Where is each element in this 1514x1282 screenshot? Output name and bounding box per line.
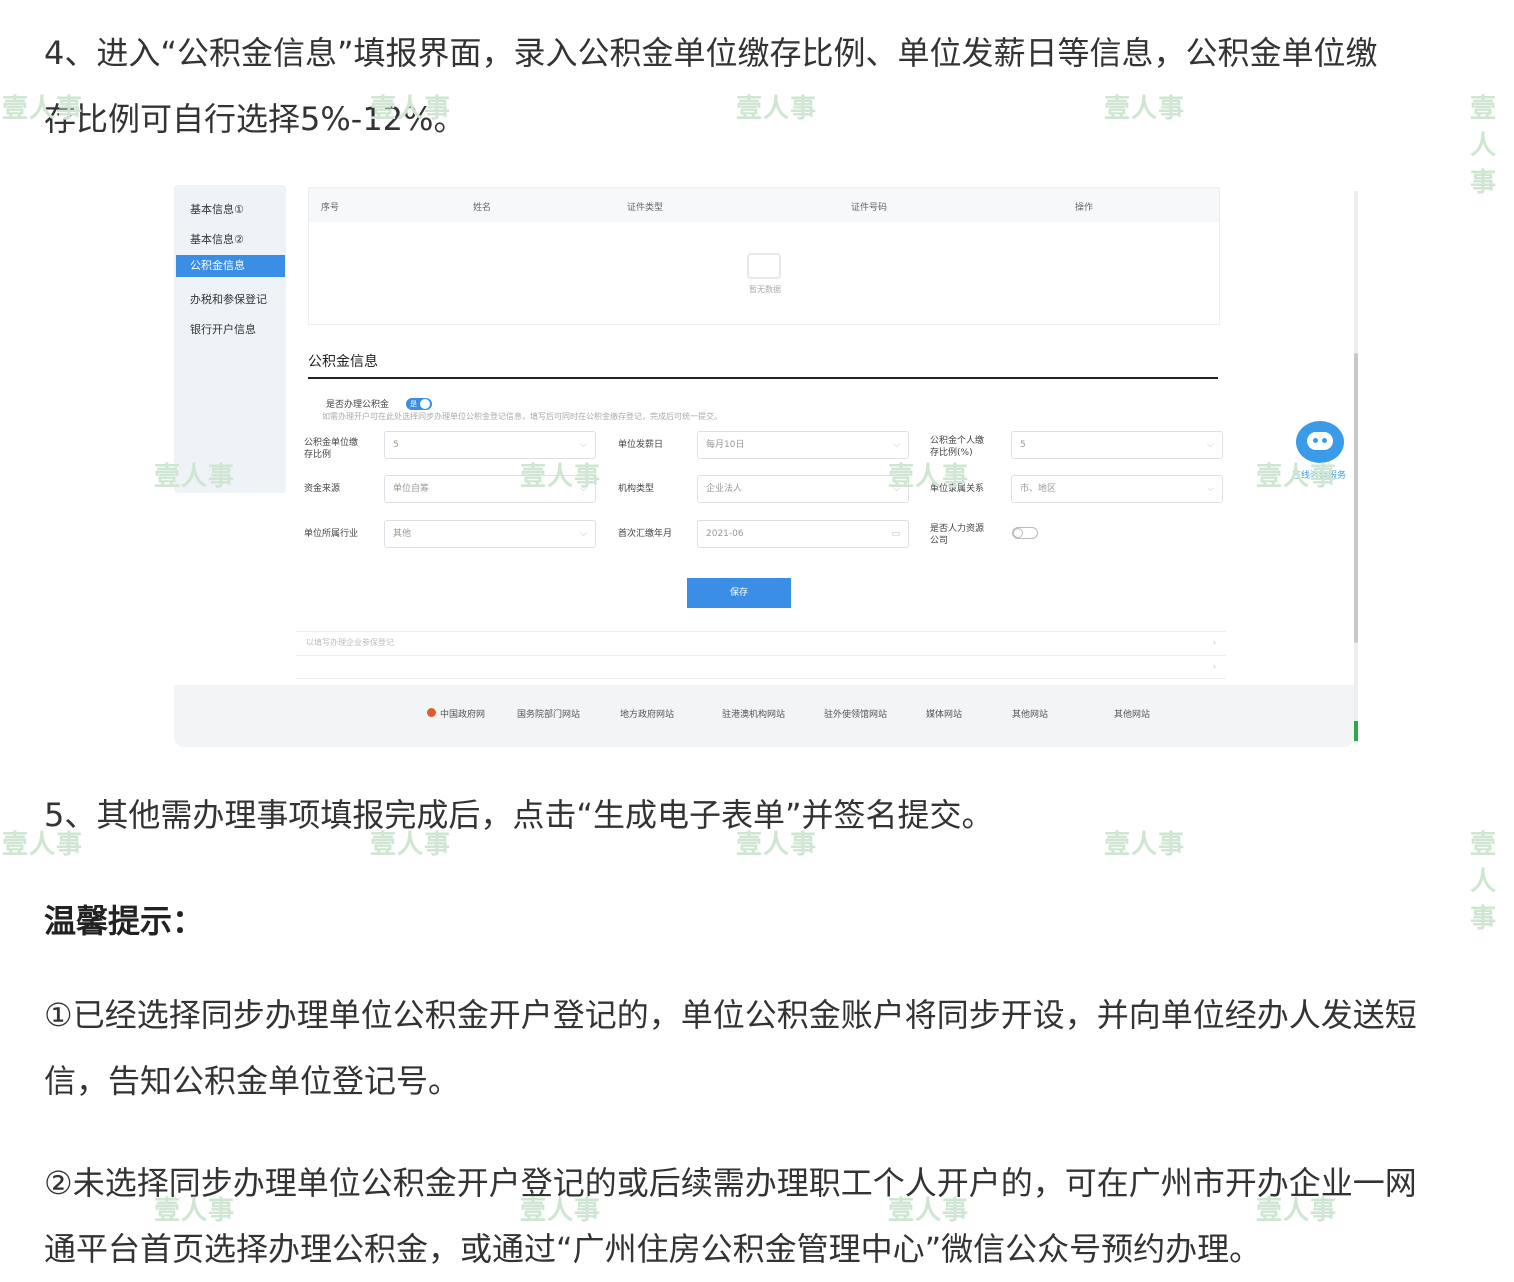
- affiliation-label: 单位隶属关系: [930, 484, 985, 494]
- calendar-icon: ▭: [891, 529, 900, 539]
- hint-text: 如需办理开户可在此处选择同步办理单位公积金登记信息，填写后可同时在公积金缴存登记…: [322, 412, 722, 421]
- first-month-value: 2021-06: [706, 529, 744, 539]
- table-header: 序号 姓名 证件类型 证件号码 操作: [309, 188, 1219, 222]
- scroll-indicator: [1354, 721, 1358, 741]
- footer-link-gov[interactable]: 中国政府网: [440, 707, 485, 720]
- fold-row-tax[interactable]: 以填写办理企业参保登记 ›: [296, 631, 1226, 654]
- fund-source-value: 单位自筹: [393, 484, 430, 494]
- footer-link-embassy[interactable]: 驻外使领馆网站: [824, 707, 887, 720]
- ratio-select[interactable]: 5 ⌵: [384, 431, 596, 459]
- footer-link-other-2[interactable]: 其他网站: [1114, 707, 1150, 720]
- affiliation-value: 市、地区: [1020, 484, 1057, 494]
- robot-icon: [1296, 421, 1344, 463]
- tip1-line2: 信，告知公积金单位登记号。: [44, 1062, 461, 1100]
- footer-link-local[interactable]: 地方政府网站: [620, 707, 674, 720]
- tip2-line1: ②未选择同步办理单位公积金开户登记的或后续需办理职工个人开户的，可在广州市开办企…: [44, 1164, 1417, 1202]
- sidebar-item-bank-account[interactable]: 银行开户信息: [190, 321, 256, 337]
- tip2-line2: 通平台首页选择办理公积金，或通过“广州住房公积金管理中心”微信公众号预约办理。: [44, 1230, 1262, 1268]
- sidebar-item-tax-insurance[interactable]: 办税和参保登记: [190, 291, 267, 307]
- chevron-down-icon: ⌵: [580, 484, 587, 494]
- affiliation-select[interactable]: 市、地区 ⌵: [1011, 475, 1223, 503]
- chevron-right-icon: ›: [1212, 638, 1216, 647]
- payday-value: 每月10日: [706, 440, 745, 450]
- embedded-screenshot: 基本信息① 基本信息② 公积金信息 办税和参保登记 银行开户信息 序号 姓名 证…: [174, 185, 1364, 747]
- section-title: 公积金信息: [308, 354, 378, 370]
- industry-value: 其他: [393, 529, 412, 539]
- scrollbar-thumb[interactable]: [1354, 353, 1358, 643]
- chevron-down-icon: ⌵: [893, 484, 900, 494]
- payday-select[interactable]: 每月10日 ⌵: [697, 431, 909, 459]
- first-month-picker[interactable]: 2021-06 ▭: [697, 520, 909, 548]
- fund-source-label: 资金来源: [304, 484, 341, 494]
- col-id-number: 证件号码: [851, 203, 888, 213]
- first-month-label: 首次汇缴年月: [618, 529, 673, 539]
- sidebar-item-basic-info-2[interactable]: 基本信息②: [190, 231, 244, 247]
- org-type-value: 企业法人: [706, 484, 743, 494]
- col-index: 序号: [321, 203, 340, 213]
- payday-label: 单位发薪日: [618, 440, 664, 450]
- footer-link-other-1[interactable]: 其他网站: [1012, 707, 1048, 720]
- section-divider: [308, 377, 1218, 379]
- ratio-value: 5: [393, 440, 399, 450]
- footer-link-ministries[interactable]: 国务院部门网站: [517, 707, 580, 720]
- tip1-line1: ①已经选择同步办理单位公积金开户登记的，单位公积金账户将同步开设，并向单位经办人…: [44, 996, 1417, 1034]
- org-type-select[interactable]: 企业法人 ⌵: [697, 475, 909, 503]
- empty-box-icon: [747, 253, 781, 279]
- personal-ratio-value: 5: [1020, 440, 1026, 450]
- chevron-down-icon: ⌵: [580, 529, 587, 539]
- sidebar-item-housing-fund[interactable]: 公积金信息: [176, 255, 285, 277]
- step5-text: 5、其他需办理事项填报完成后，点击“生成电子表单”并签名提交。: [44, 796, 994, 834]
- fold-row-bank[interactable]: ›: [296, 655, 1226, 679]
- chevron-down-icon: ⌵: [1207, 484, 1214, 494]
- ratio-label: 公积金单位缴存比例: [304, 438, 359, 460]
- fold-text: 以填写办理企业参保登记: [306, 638, 394, 647]
- empty-text: 暂无数据: [749, 285, 781, 294]
- site-footer: 中国政府网 国务院部门网站 地方政府网站 驻港澳机构网站 驻外使领馆网站 媒体网…: [174, 685, 1354, 747]
- fund-switch-label: 是否办理公积金: [326, 400, 390, 410]
- entrust-toggle[interactable]: [1012, 527, 1038, 539]
- entrust-label: 是否人力资源公司: [930, 524, 985, 546]
- org-type-label: 机构类型: [618, 484, 655, 494]
- save-button[interactable]: 保存: [687, 578, 791, 608]
- personal-ratio-select[interactable]: 5 ⌵: [1011, 431, 1223, 459]
- chevron-right-icon: ›: [1212, 662, 1216, 671]
- chevron-down-icon: ⌵: [1207, 440, 1214, 450]
- switch-on-text: 是: [410, 400, 417, 408]
- chevron-down-icon: ⌵: [893, 440, 900, 450]
- col-action: 操作: [1075, 203, 1094, 213]
- footer-link-hkmo[interactable]: 驻港澳机构网站: [722, 707, 785, 720]
- tips-heading: 温馨提示：: [44, 902, 205, 940]
- chevron-down-icon: ⌵: [580, 440, 587, 450]
- fund-switch-toggle[interactable]: 是: [406, 398, 432, 410]
- industry-label: 单位所属行业: [304, 529, 359, 539]
- fund-source-select[interactable]: 单位自筹 ⌵: [384, 475, 596, 503]
- national-emblem-icon: [427, 708, 436, 717]
- sidebar: 基本信息① 基本信息② 公积金信息 办税和参保登记 银行开户信息: [174, 185, 286, 493]
- online-assistant[interactable]: 在线咨询服务: [1290, 417, 1350, 481]
- col-id-type: 证件类型: [627, 203, 664, 213]
- footer-link-media[interactable]: 媒体网站: [926, 707, 962, 720]
- staff-table: 序号 姓名 证件类型 证件号码 操作 暂无数据: [308, 187, 1220, 325]
- industry-select[interactable]: 其他 ⌵: [384, 520, 596, 548]
- assistant-label: 在线咨询服务: [1292, 471, 1347, 481]
- personal-ratio-label: 公积金个人缴存比例(%): [930, 436, 985, 458]
- col-name: 姓名: [473, 203, 492, 213]
- sidebar-item-basic-info-1[interactable]: 基本信息①: [190, 201, 244, 217]
- step4-line1: 4、进入“公积金信息”填报界面，录入公积金单位缴存比例、单位发薪日等信息，公积金…: [44, 34, 1378, 72]
- step4-line2: 存比例可自行选择5%-12%。: [44, 100, 466, 138]
